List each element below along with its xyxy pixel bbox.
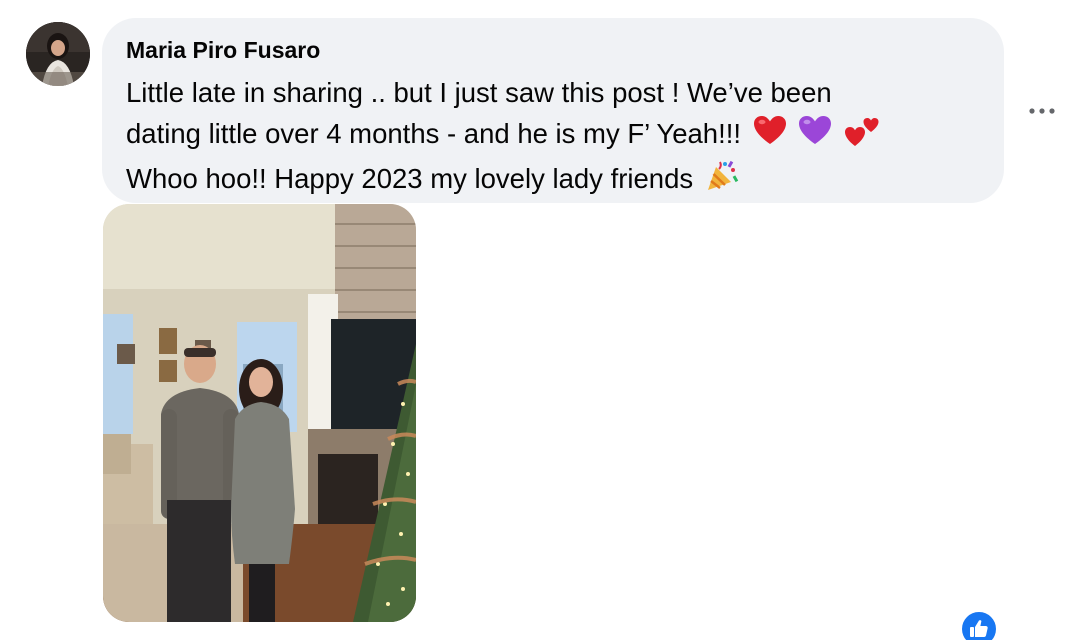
avatar-image [26, 22, 90, 86]
comment-text-line-1: Little late in sharing .. but I just saw… [126, 73, 980, 113]
comment-photo[interactable] [103, 204, 416, 622]
red-heart-icon [753, 115, 787, 156]
more-options-icon[interactable] [1026, 96, 1058, 126]
comment-text-2: dating little over 4 months - and he is … [126, 117, 742, 149]
comment-text-line-2: dating little over 4 months - and he is … [126, 113, 980, 158]
comment-text-1: Little late in sharing .. but I just saw… [126, 77, 832, 108]
comment: Maria Piro Fusaro Little late in sharing… [0, 0, 1074, 640]
avatar[interactable] [26, 22, 90, 86]
photo-image [103, 204, 416, 622]
like-icon[interactable] [960, 610, 998, 640]
two-hearts-icon [844, 113, 880, 158]
comment-author[interactable]: Maria Piro Fusaro [126, 36, 980, 64]
comment-text-3: Whoo hoo!! Happy 2023 my lovely lady fri… [126, 162, 694, 194]
purple-heart-icon [798, 115, 832, 156]
comment-bubble: Maria Piro Fusaro Little late in sharing… [102, 18, 1004, 203]
party-popper-icon [705, 158, 739, 203]
comment-text-line-3: Whoo hoo!! Happy 2023 my lovely lady fri… [126, 158, 980, 203]
